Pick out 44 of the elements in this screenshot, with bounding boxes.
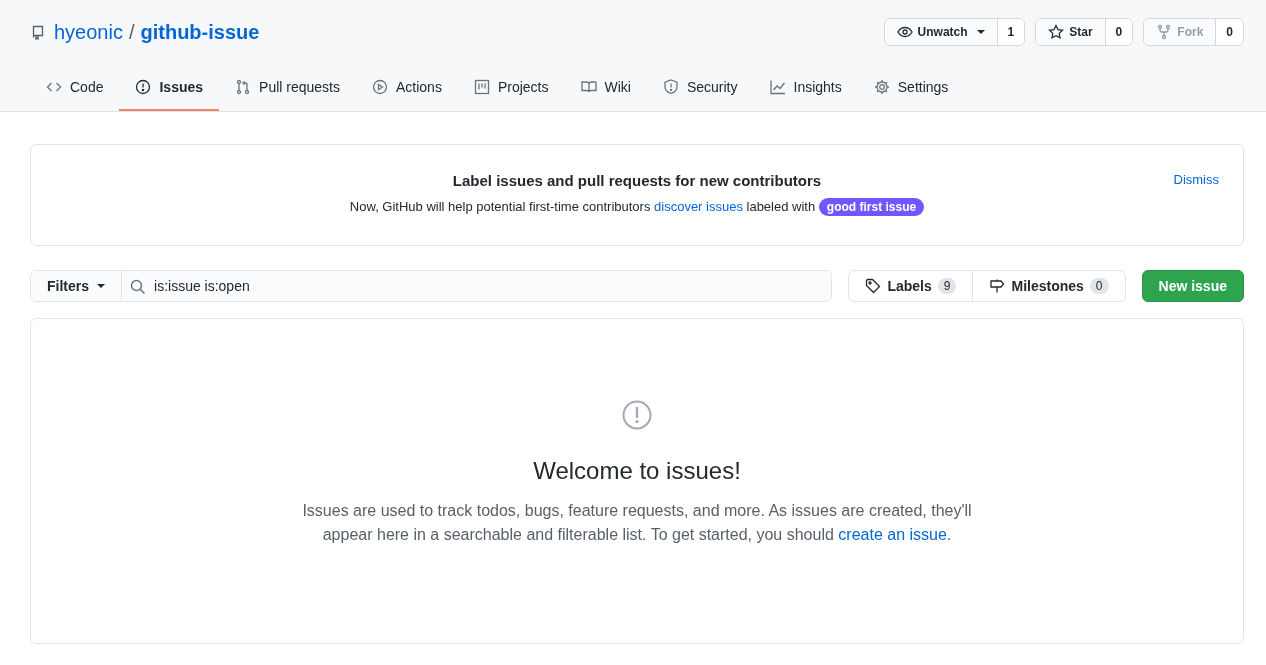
watch-button[interactable]: Unwatch: [884, 19, 998, 45]
repo-name-link[interactable]: github-issue: [140, 20, 260, 44]
tab[interactable]: Projects: [457, 64, 565, 111]
issue-icon: [621, 399, 653, 431]
tab[interactable]: Settings: [857, 64, 965, 111]
signpost-icon: [989, 278, 1006, 294]
tag-icon: [865, 278, 882, 294]
tab[interactable]: Security: [646, 64, 754, 111]
banner-title: Label issues and pull requests for new contributors: [452, 172, 822, 189]
tab[interactable]: Issues: [119, 64, 220, 111]
issue-label: good first issue: [818, 198, 925, 216]
labels-link[interactable]: Labels 9: [849, 271, 973, 301]
graph-icon: [769, 78, 786, 95]
blankslate-title: Welcome to issues!: [533, 457, 741, 485]
dismiss-link[interactable]: Dismiss: [1173, 172, 1219, 187]
count-link[interactable]: 0: [1105, 19, 1133, 45]
create-issue-link[interactable]: create an issue: [838, 526, 947, 543]
caret-icon: [976, 30, 985, 34]
discover-issues-link[interactable]: discover issues: [654, 199, 743, 214]
book-icon: [580, 78, 597, 95]
project-board-icon: [473, 78, 490, 95]
fork-icon: [1156, 24, 1173, 40]
tab[interactable]: Actions: [356, 64, 458, 111]
tab[interactable]: Wiki: [564, 64, 647, 111]
star-button[interactable]: Star: [1036, 19, 1106, 45]
counter-badge: 0: [1089, 278, 1109, 294]
tab[interactable]: Code: [30, 64, 120, 111]
owner-link[interactable]: hyeonic: [54, 20, 123, 44]
banner-text: Now, GitHub will help potential first-time contributors discover issues labeled with good first issue: [349, 198, 925, 216]
path-separator: /: [128, 20, 135, 44]
issue-icon: [135, 78, 152, 95]
tab[interactable]: Insights: [753, 64, 858, 111]
star-icon: [1048, 24, 1065, 40]
gear-icon: [873, 78, 890, 95]
shield-icon: [662, 78, 679, 95]
pull-request-icon: [235, 78, 252, 95]
blankslate-text: Issues are used to track todos, bugs, feature requests, and more. As issues are created, they'll appear here in a searchable and filterable list. To get started, you should create an issue.: [302, 501, 972, 545]
count-link[interactable]: 1: [997, 19, 1025, 45]
tab[interactable]: Pull requests: [219, 64, 356, 111]
milestones-link[interactable]: Milestones 0: [972, 271, 1125, 301]
eye-icon: [896, 24, 913, 40]
play-icon: [372, 78, 388, 95]
counter-badge: 9: [937, 278, 957, 294]
repo-icon: [30, 24, 46, 40]
